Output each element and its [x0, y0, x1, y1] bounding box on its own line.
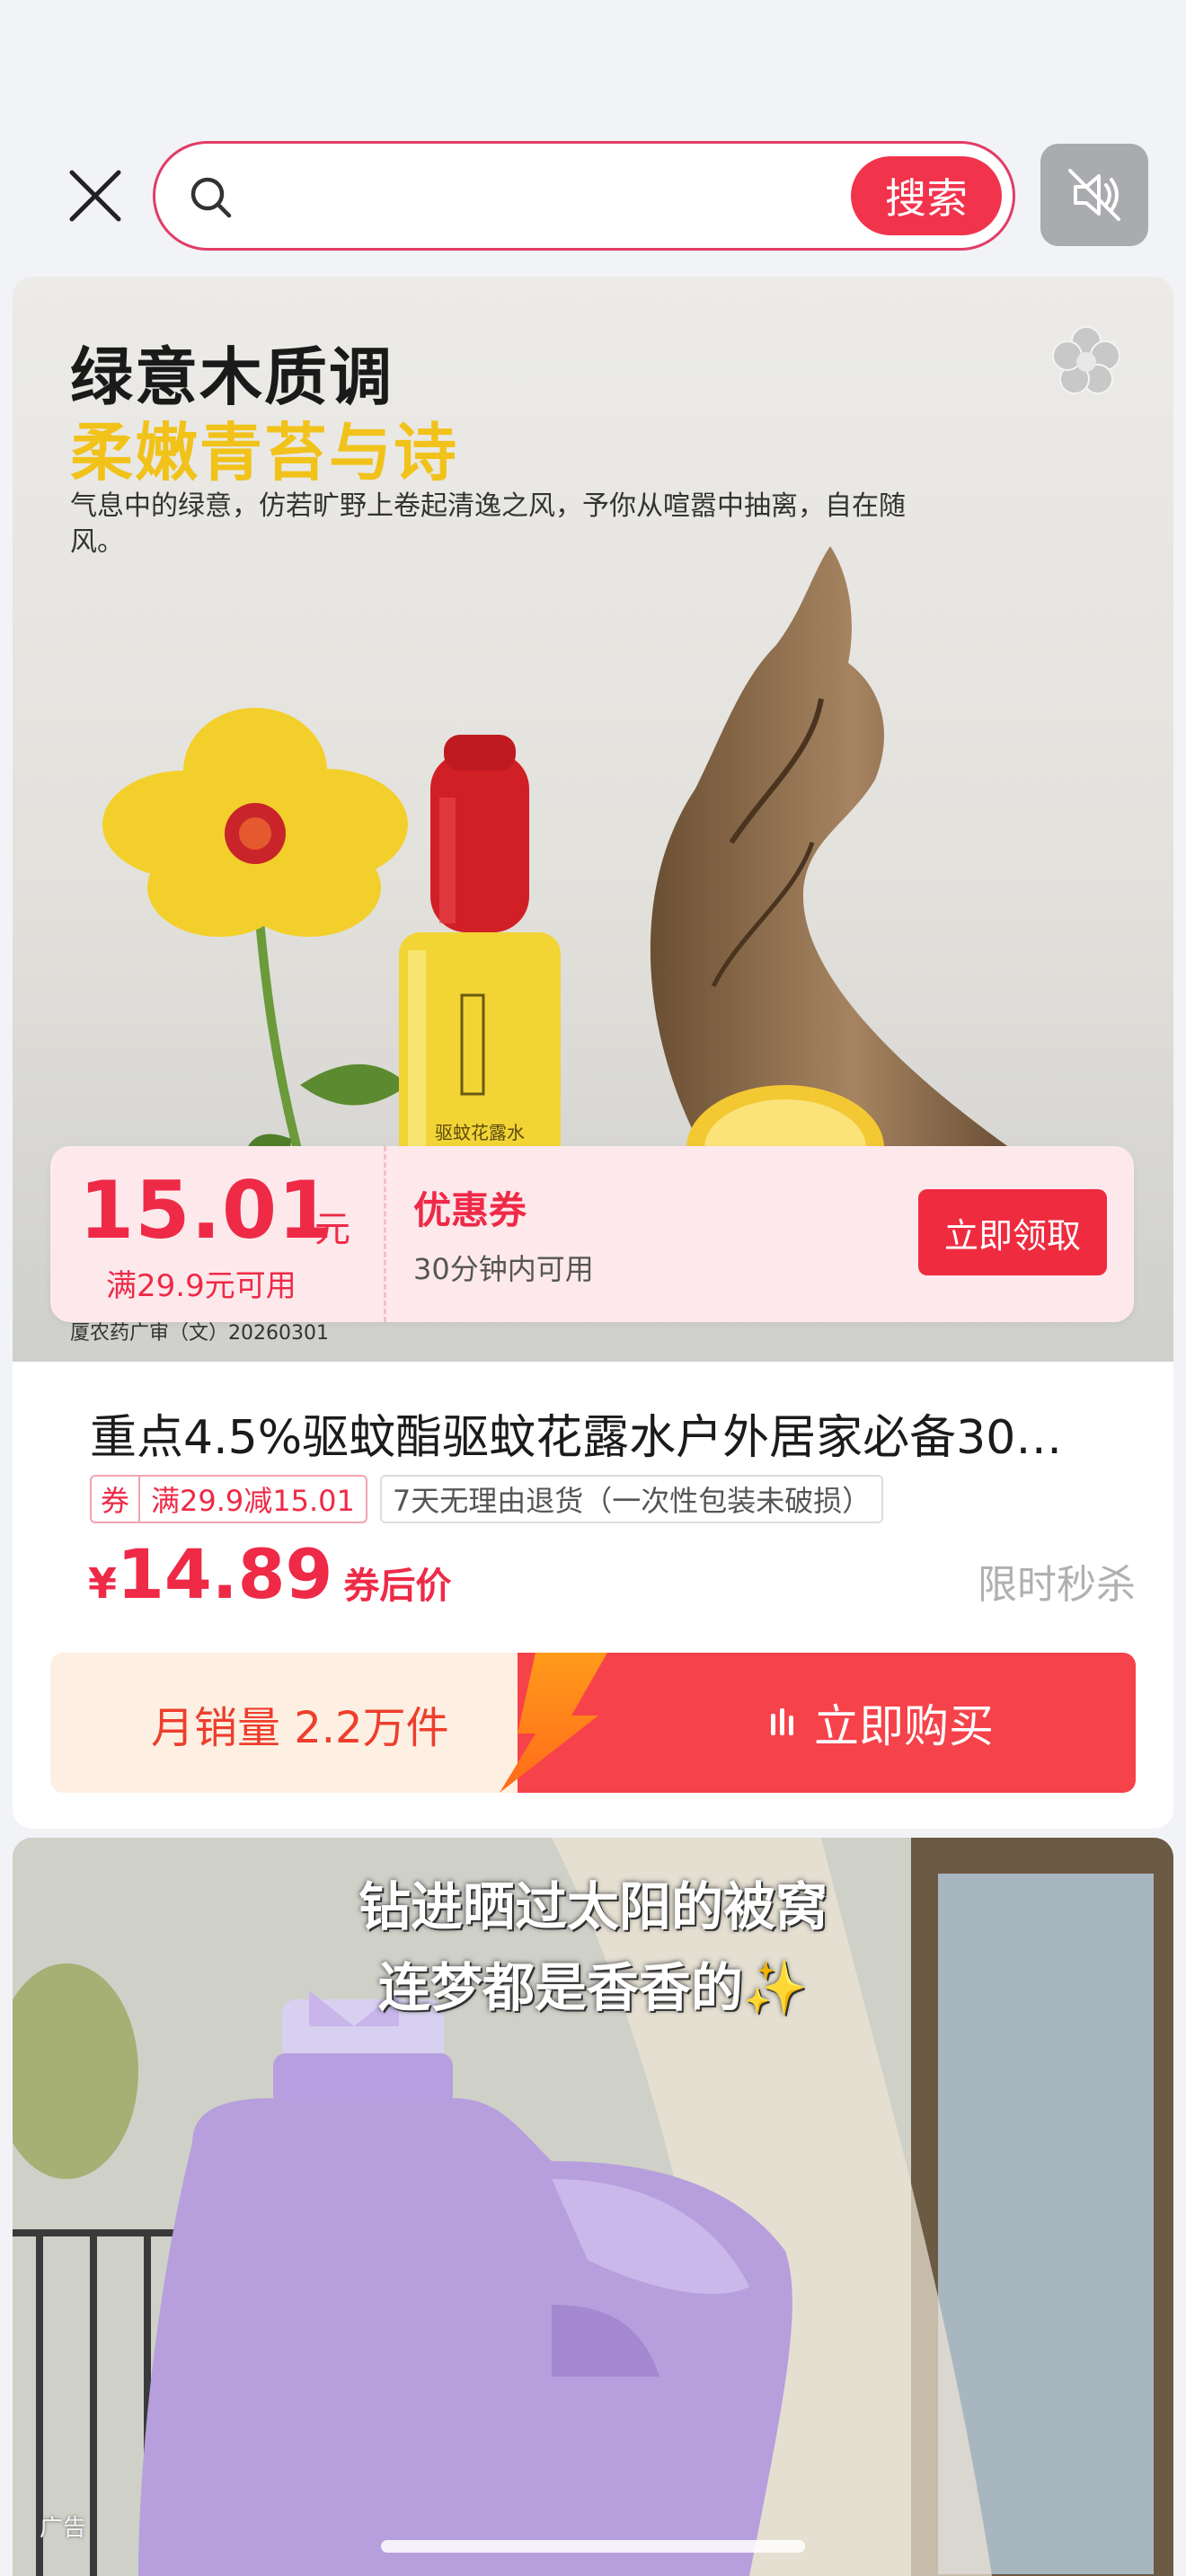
- ad-label: 广告: [40, 2515, 87, 2542]
- video-caption-line2: 连梦都是香香的✨: [377, 1957, 809, 2018]
- buy-now-button[interactable]: 立即购买: [518, 1653, 1136, 1793]
- search-button[interactable]: 搜索: [851, 156, 1002, 235]
- price-row: ¥ 14.89 券后价: [88, 1534, 451, 1614]
- search-bar[interactable]: 搜索: [153, 141, 1015, 251]
- buy-bar[interactable]: 月销量 2.2万件 立即购买: [50, 1653, 1136, 1793]
- speaker-muted-icon: [1068, 169, 1120, 221]
- coupon-tag-value: 满29.9减15.01: [151, 1484, 355, 1518]
- bars-icon: [771, 1708, 793, 1735]
- monthly-sales: 月销量 2.2万件: [151, 1703, 449, 1753]
- brand-flower-logo-icon: [1052, 326, 1120, 394]
- buy-now-label: 立即购买: [767, 1690, 994, 1755]
- coupon-title: 优惠券: [413, 1188, 527, 1232]
- price-suffix: 券后价: [343, 1566, 452, 1607]
- hero-subtitle: 柔嫩青苔与诗: [70, 416, 458, 490]
- claim-coupon-button[interactable]: 立即领取: [918, 1189, 1107, 1275]
- bottle-label: 驱蚊花露水: [435, 1122, 525, 1143]
- return-policy-tag: 7天无理由退货（一次性包装未破损）: [379, 1475, 884, 1523]
- ad-approval-number: 厦农药广审（文）20260301: [70, 1322, 329, 1345]
- close-button[interactable]: [59, 160, 131, 232]
- coupon-tag-prefix: 券: [92, 1477, 141, 1522]
- search-icon: [190, 177, 232, 218]
- lightning-divider: [500, 1653, 607, 1793]
- coupon-value-section: 15.01 元 满29.9元可用: [50, 1146, 386, 1322]
- coupon-strip[interactable]: 15.01 元 满29.9元可用 优惠券 30分钟内可用 立即领取: [50, 1146, 1134, 1322]
- hero-banner[interactable]: 绿意木质调 柔嫩青苔与诗 气息中的绿意，仿若旷野上卷起清逸之风，予你从喧嚣中抽离…: [13, 277, 1173, 1362]
- coupon-unit: 元: [314, 1209, 350, 1250]
- price-value: 14.89: [117, 1534, 333, 1614]
- home-indicator[interactable]: [381, 2540, 805, 2553]
- search-input[interactable]: [254, 165, 811, 228]
- price-currency: ¥: [88, 1559, 118, 1608]
- buy-now-text: 立即购买: [814, 1700, 994, 1752]
- coupon-condition: 满29.9元可用: [106, 1268, 296, 1304]
- ad-card-laundry-softener[interactable]: 钻进晒过太阳的被窝 连梦都是香香的✨ 广告: [13, 1838, 1173, 2576]
- product-title[interactable]: 重点4.5%驱蚊酯驱蚊花露水户外居家必备30…: [90, 1399, 1132, 1467]
- page: 搜索 绿意木质调 柔嫩青苔与诗 气息中的绿意，仿若旷野上卷起清逸之风，予你从喧嚣…: [0, 0, 1186, 2576]
- coupon-validity: 30分钟内可用: [413, 1252, 594, 1286]
- flash-sale-label: 限时秒杀: [978, 1562, 1136, 1608]
- video-caption-line1: 钻进晒过太阳的被窝: [358, 1876, 828, 1937]
- mute-button[interactable]: [1040, 144, 1148, 246]
- coupon-amount: 15.01: [79, 1164, 334, 1257]
- coupon-tag: 券 满29.9减15.01: [90, 1475, 367, 1523]
- product-tags: 券 满29.9减15.01 7天无理由退货（一次性包装未破损）: [90, 1475, 884, 1523]
- close-icon: [69, 170, 121, 222]
- ad-card-mosquito-repellent[interactable]: 绿意木质调 柔嫩青苔与诗 气息中的绿意，仿若旷野上卷起清逸之风，予你从喧嚣中抽离…: [13, 277, 1173, 1829]
